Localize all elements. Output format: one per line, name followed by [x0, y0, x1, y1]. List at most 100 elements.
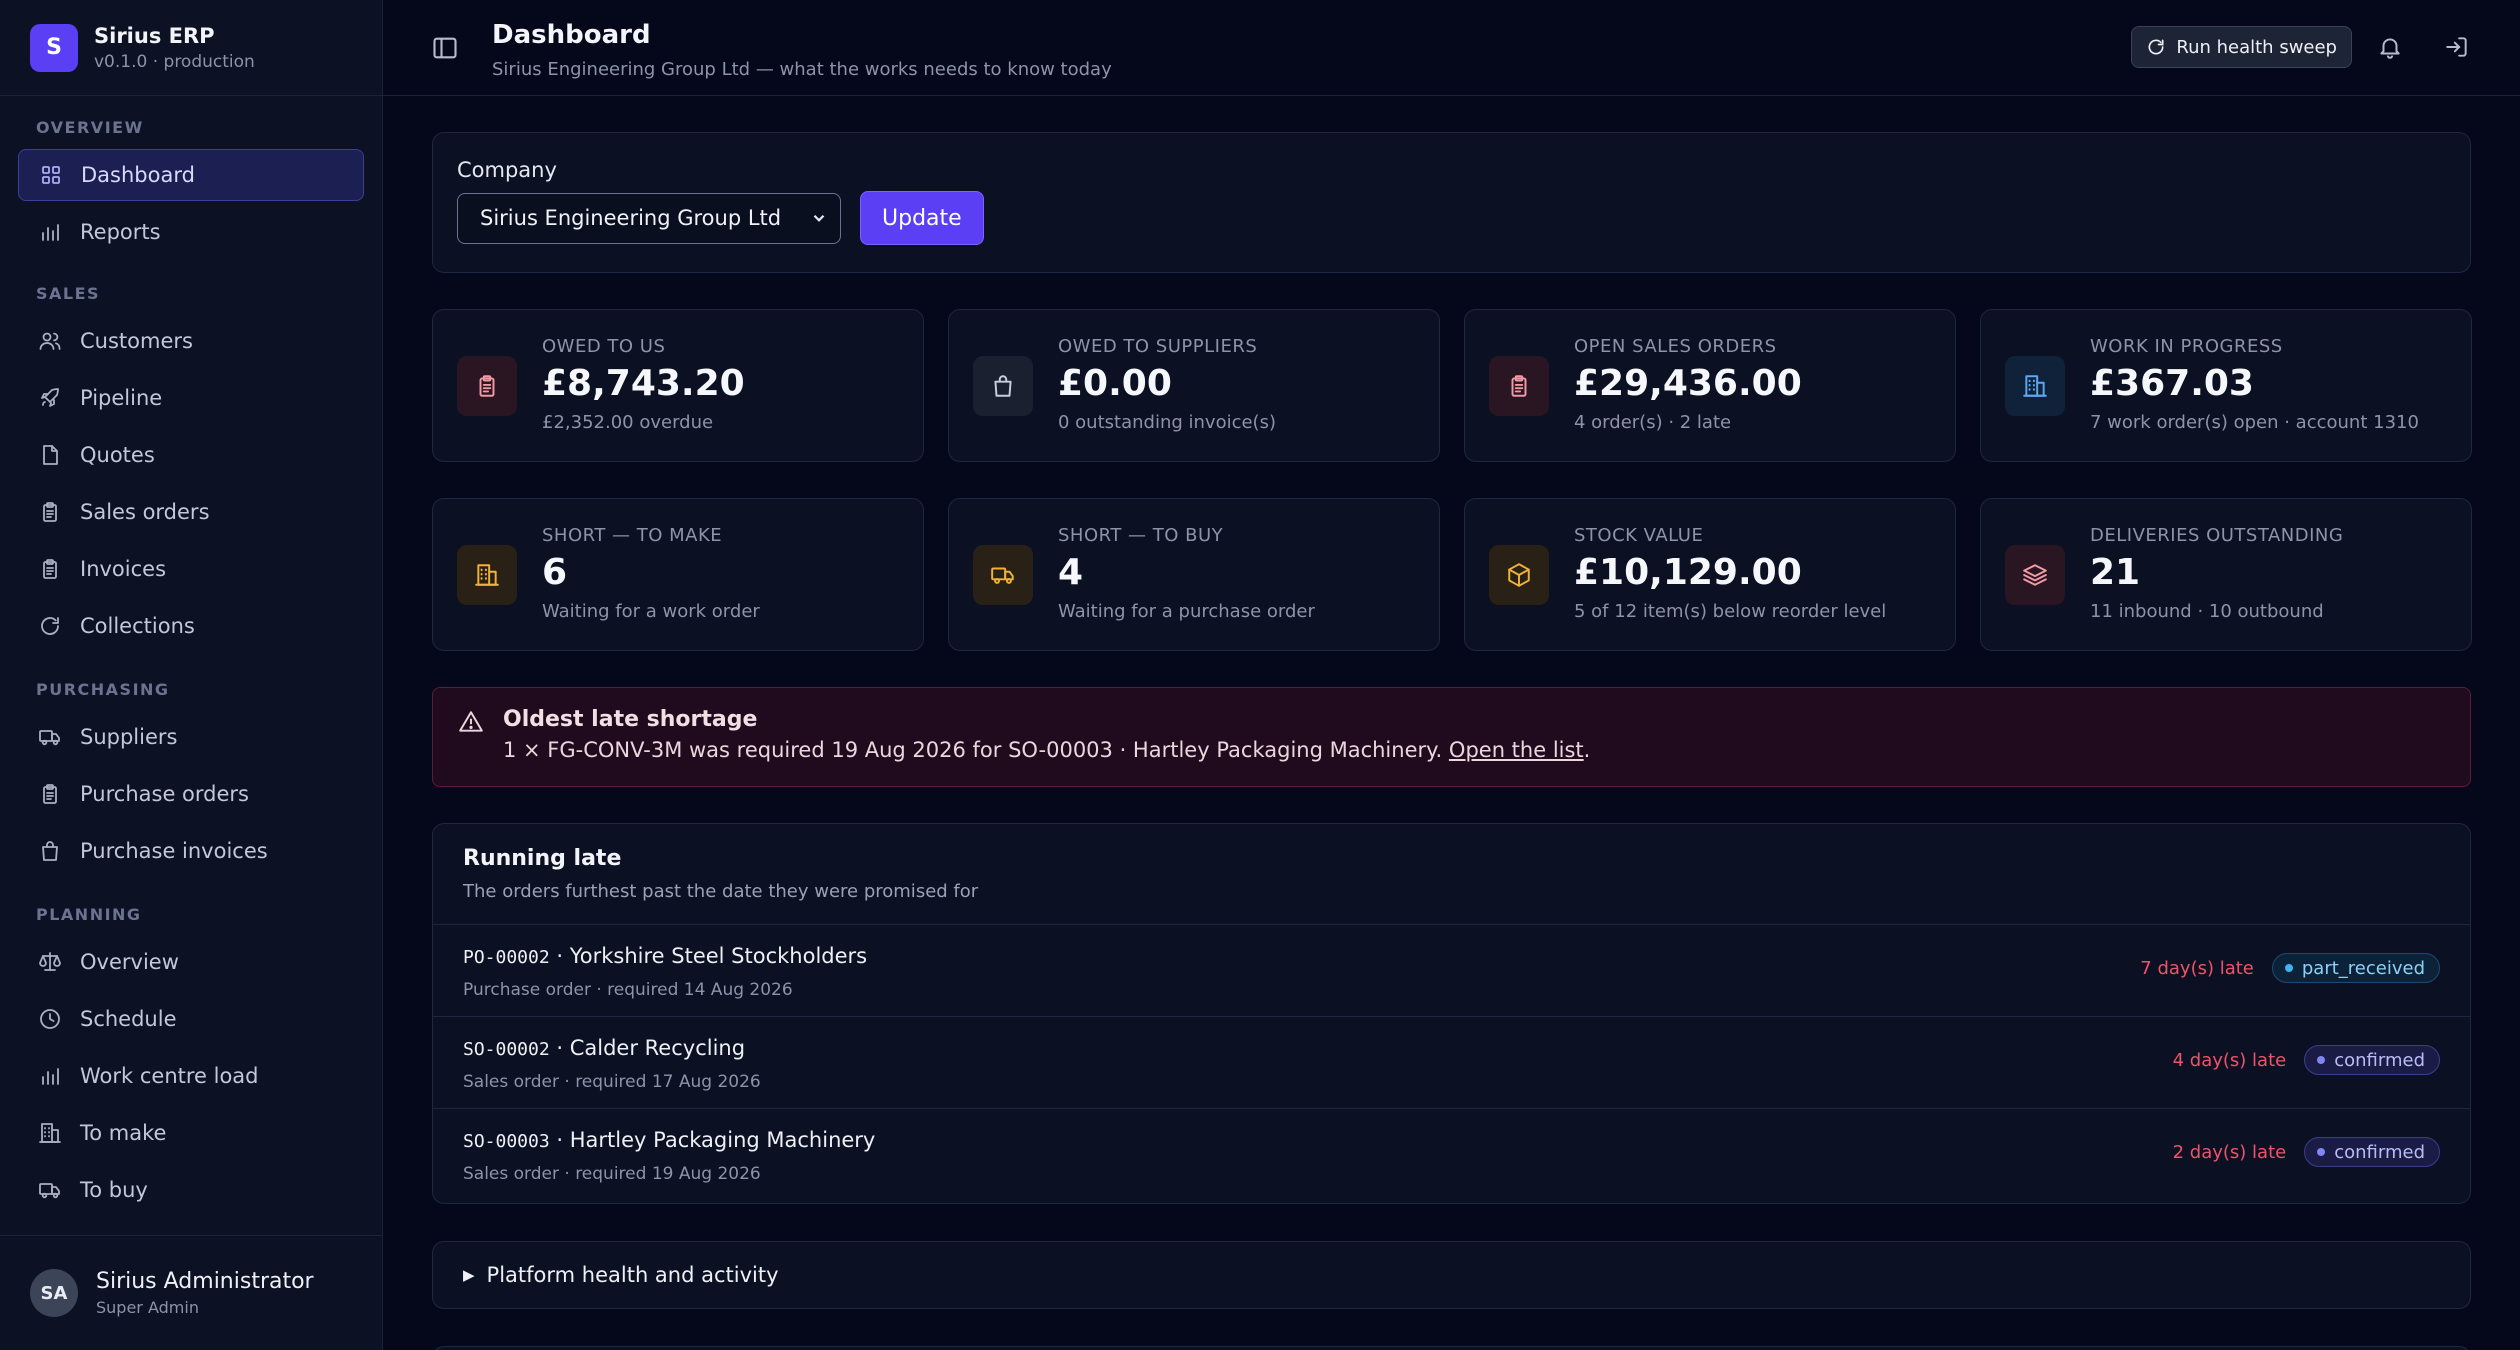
sidebar-item-purchase-invoices[interactable]: Purchase invoices: [18, 825, 364, 877]
stat-label: STOCK VALUE: [1574, 525, 1704, 546]
open-the-list-link[interactable]: Open the list: [1449, 738, 1584, 762]
status-dot-icon: [2317, 1056, 2326, 1064]
stat-note: £2,352.00 overdue: [542, 412, 714, 433]
status-label: part_received: [2301, 957, 2425, 979]
stat-label: SHORT — TO MAKE: [542, 525, 723, 546]
sidebar-item-label: Purchase orders: [80, 782, 249, 806]
box-icon: [1508, 563, 1530, 587]
sidebar-item-schedule[interactable]: Schedule: [18, 993, 364, 1045]
sidebar-item-label: Suppliers: [80, 725, 178, 749]
stat-value: 21: [2090, 552, 2141, 593]
next-panel: [432, 1346, 2471, 1350]
order-meta: Sales order · required 19 Aug 2026: [463, 1164, 761, 1184]
document-icon: [43, 445, 58, 465]
stat-label: DELIVERIES OUTSTANDING: [2090, 525, 2344, 546]
nav-section-sales: SALES: [36, 284, 101, 303]
brand-name: Sirius ERP: [94, 23, 215, 48]
clipboard-icon: [479, 375, 495, 397]
company-select[interactable]: Sirius Engineering Group Ltd: [457, 192, 841, 244]
avatar: SA: [30, 1269, 78, 1317]
sidebar-item-to-buy[interactable]: To buy: [18, 1164, 364, 1216]
late-order-row[interactable]: SO-00002 · Calder Recycling Sales order ·…: [433, 1017, 2470, 1109]
stat-note: 4 order(s) · 2 late: [1574, 412, 1732, 433]
sidebar-item-invoices[interactable]: Invoices: [18, 543, 364, 595]
status-label: confirmed: [2334, 1049, 2425, 1071]
stat-value: £0.00: [1058, 363, 1172, 404]
alert-body: 1 × FG-CONV-3M was required 19 Aug 2026 …: [503, 738, 1590, 762]
stat-note: Waiting for a work order: [542, 601, 760, 622]
sidebar-item-sales-orders[interactable]: Sales orders: [18, 486, 364, 538]
sidebar-item-purchase-orders[interactable]: Purchase orders: [18, 768, 364, 820]
sidebar-item-label: Work centre load: [80, 1064, 259, 1088]
platform-health-toggle[interactable]: ▶ Platform health and activity: [432, 1241, 2471, 1309]
stat-icon: [2005, 545, 2065, 605]
brand: S Sirius ERP v0.1.0 · production: [0, 0, 382, 96]
order-party: · Yorkshire Steel Stockholders: [549, 944, 868, 968]
running-late-title: Running late: [463, 846, 622, 871]
stat-card-owed-to-suppliers: OWED TO SUPPLIERS £0.00 0 outstanding invo…: [948, 309, 1440, 462]
alert-tail: .: [1583, 738, 1591, 762]
refresh-icon: [41, 617, 59, 635]
brand-logo: S: [30, 23, 78, 72]
shopping-bag-icon: [42, 841, 58, 861]
sidebar: S Sirius ERP v0.1.0 · production OVERVIE…: [0, 0, 383, 1350]
sidebar-item-label: Sales orders: [80, 500, 210, 524]
status-badge: confirmed: [2304, 1045, 2440, 1075]
stat-icon: [973, 545, 1033, 605]
order-ref: SO-00003: [463, 1131, 550, 1152]
sidebar-toggle-icon[interactable]: [431, 34, 459, 62]
stat-note: 7 work order(s) open · account 1310: [2090, 412, 2419, 433]
stat-label: OWED TO US: [542, 336, 666, 357]
user-profile[interactable]: SA Sirius Administrator Super Admin: [0, 1235, 382, 1350]
shopping-bag-icon: [994, 375, 1012, 397]
stat-label: OPEN SALES ORDERS: [1574, 336, 1777, 357]
sidebar-item-collections[interactable]: Collections: [18, 600, 364, 652]
stat-icon: [2005, 356, 2065, 416]
refresh-icon: [2148, 39, 2164, 55]
logout-icon[interactable]: [2444, 34, 2470, 60]
status-dot-icon: [2317, 1148, 2326, 1156]
stat-label: OWED TO SUPPLIERS: [1058, 336, 1258, 357]
stat-label: SHORT — TO BUY: [1058, 525, 1224, 546]
run-health-sweep-label: Run health sweep: [2176, 36, 2337, 58]
stat-card-deliveries-outstanding: DELIVERIES OUTSTANDING 21 11 inbound · 10 …: [1980, 498, 2472, 651]
alert-text: 1 × FG-CONV-3M was required 19 Aug 2026 …: [503, 738, 1449, 762]
stat-icon: [1489, 545, 1549, 605]
nav-section-purchasing: PURCHASING: [36, 680, 170, 699]
sidebar-item-label: Dashboard: [81, 163, 195, 187]
order-meta: Purchase order · required 14 Aug 2026: [463, 980, 793, 1000]
sidebar-item-label: Purchase invoices: [80, 839, 268, 863]
late-order-row[interactable]: SO-00003 · Hartley Packaging Machinery Sa…: [433, 1109, 2470, 1201]
sidebar-item-pipeline[interactable]: Pipeline: [18, 372, 364, 424]
sidebar-item-reports[interactable]: Reports: [18, 206, 364, 258]
company-label: Company: [457, 158, 557, 182]
stat-card-short-to-make: SHORT — TO MAKE 6 Waiting for a work order: [432, 498, 924, 651]
clipboard-icon: [1511, 375, 1527, 397]
sidebar-item-suppliers[interactable]: Suppliers: [18, 711, 364, 763]
user-name: Sirius Administrator: [96, 1269, 314, 1294]
update-button[interactable]: Update: [860, 191, 984, 245]
sidebar-item-customers[interactable]: Customers: [18, 315, 364, 367]
bell-icon[interactable]: [2377, 34, 2403, 60]
sidebar-item-quotes[interactable]: Quotes: [18, 429, 364, 481]
bar-chart-icon: [42, 224, 59, 241]
running-late-subtitle: The orders furthest past the date they w…: [463, 881, 979, 902]
stat-value: £8,743.20: [542, 363, 745, 404]
sidebar-item-to-make[interactable]: To make: [18, 1107, 364, 1159]
sidebar-item-label: Customers: [80, 329, 193, 353]
sidebar-item-label: Quotes: [80, 443, 155, 467]
sidebar-item-dashboard[interactable]: Dashboard: [18, 149, 364, 201]
sidebar-item-label: To make: [80, 1121, 167, 1145]
sidebar-item-overview[interactable]: Overview: [18, 936, 364, 988]
warning-icon: [458, 709, 484, 735]
stat-icon: [457, 545, 517, 605]
stat-card-short-to-buy: SHORT — TO BUY 4 Waiting for a purchase or…: [948, 498, 1440, 651]
sidebar-item-work-centre-load[interactable]: Work centre load: [18, 1050, 364, 1102]
stat-note: 0 outstanding invoice(s): [1058, 412, 1276, 433]
run-health-sweep-button[interactable]: Run health sweep: [2131, 26, 2352, 68]
clipboard-icon: [43, 784, 57, 804]
nav-section-overview: OVERVIEW: [36, 118, 144, 137]
order-party: · Hartley Packaging Machinery: [549, 1128, 876, 1152]
clipboard-icon: [43, 559, 57, 579]
late-order-row[interactable]: PO-00002 · Yorkshire Steel Stockholders P…: [433, 925, 2470, 1017]
